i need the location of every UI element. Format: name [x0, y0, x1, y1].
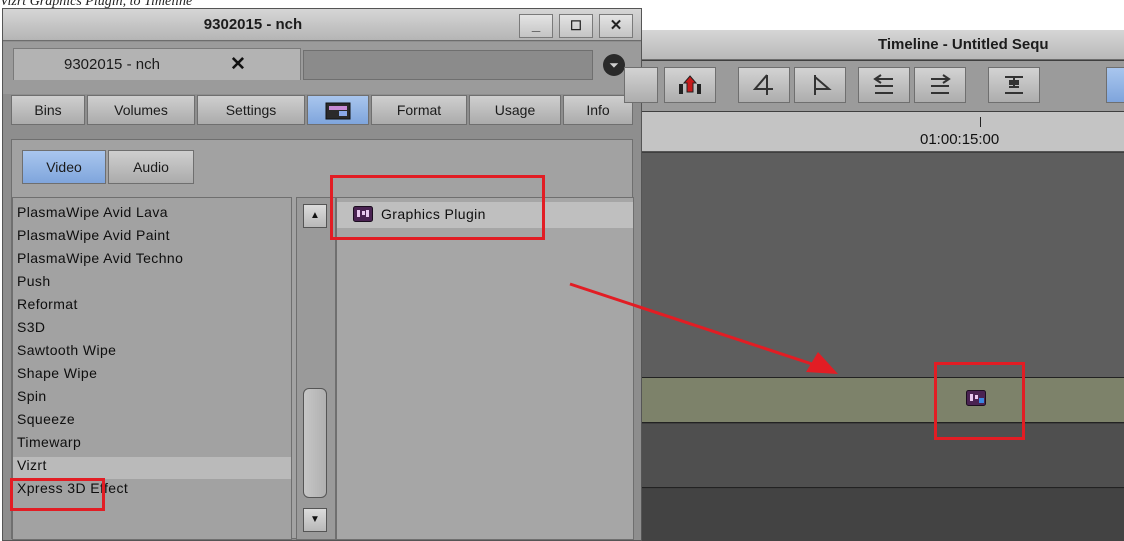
extract-button[interactable]	[858, 67, 910, 103]
list-item[interactable]: PlasmaWipe Avid Techno	[17, 250, 183, 272]
nav-bins-button[interactable]: Bins	[11, 95, 85, 125]
empty-tab-area	[303, 50, 593, 80]
lift-icon	[679, 75, 701, 94]
nav-info-button[interactable]: Info	[563, 95, 633, 125]
mark-out-button[interactable]	[794, 67, 846, 103]
list-item[interactable]: Shape Wipe	[17, 365, 97, 387]
list-item[interactable]: Reformat	[17, 296, 78, 318]
list-item[interactable]: Spin	[17, 388, 47, 410]
list-item[interactable]: PlasmaWipe Avid Lava	[17, 204, 168, 226]
maximize-button[interactable]: ☐	[559, 14, 593, 38]
list-item[interactable]: Timewarp	[17, 434, 81, 456]
highlight-box-plugin	[330, 175, 545, 240]
list-item[interactable]: Squeeze	[17, 411, 75, 433]
nav-usage-button[interactable]: Usage	[469, 95, 561, 125]
scroll-down-arrow-icon[interactable]: ▼	[303, 508, 327, 532]
menu-circle-icon[interactable]: ⏷	[603, 54, 625, 76]
list-item[interactable]: Push	[17, 273, 51, 295]
splice-icon	[1005, 76, 1023, 94]
mark-in-icon	[752, 74, 773, 95]
track-lane[interactable]	[642, 489, 1124, 541]
timeline-toolbar	[624, 61, 1124, 111]
video-track[interactable]	[642, 377, 1124, 423]
tab-close-icon[interactable]: ✕	[230, 53, 246, 76]
video-tab[interactable]: Video	[22, 150, 106, 184]
list-item-selected[interactable]: Vizrt	[13, 457, 291, 479]
video-audio-toggle: Video Audio	[22, 150, 200, 186]
timeline-title: Timeline - Untitled Sequ	[878, 36, 1049, 53]
timeline-window: Timeline - Untitled Sequ 01:00:15:00	[624, 30, 1124, 541]
scroll-up-arrow-icon[interactable]: ▲	[303, 204, 327, 228]
list-item[interactable]: PlasmaWipe Avid Paint	[17, 227, 170, 249]
toolbar-active-button[interactable]	[1106, 67, 1124, 103]
close-button[interactable]: ✕	[599, 14, 633, 38]
project-tab-label: 9302015 - nch	[64, 56, 160, 73]
project-tab[interactable]: 9302015 - nch ✕	[13, 48, 301, 80]
mark-out-icon	[814, 75, 832, 95]
audio-tab[interactable]: Audio	[108, 150, 194, 184]
mark-in-button[interactable]	[738, 67, 790, 103]
lift-button[interactable]	[664, 67, 716, 103]
effect-palette-icon	[325, 102, 351, 120]
project-window-title: 9302015 - nch	[203, 16, 303, 33]
scroll-thumb[interactable]	[303, 388, 327, 498]
effect-list-scrollbar[interactable]: ▲ ▼	[296, 197, 336, 540]
project-nav-bar: Bins Volumes Settings Format Usage Info	[11, 95, 633, 125]
effect-items-pane: Graphics Plugin	[336, 197, 634, 540]
list-item[interactable]: S3D	[17, 319, 45, 341]
timecode-label: 01:00:15:00	[920, 131, 1000, 148]
toolbar-partial-button[interactable]	[624, 67, 658, 103]
timeline-ruler[interactable]: 01:00:15:00	[642, 112, 1124, 152]
highlight-box-vizrt	[10, 478, 105, 511]
ruler-tick	[980, 117, 981, 127]
project-title-bar[interactable]: 9302015 - nch _ ☐ ✕	[3, 9, 641, 41]
project-window: 9302015 - nch _ ☐ ✕ 9302015 - nch ✕ ⏷ Bi…	[2, 8, 642, 541]
list-item[interactable]: Sawtooth Wipe	[17, 342, 116, 364]
extract-icon	[873, 74, 893, 94]
nav-volumes-button[interactable]: Volumes	[87, 95, 195, 125]
minimize-button[interactable]: _	[519, 14, 553, 38]
timeline-title-bar[interactable]: Timeline - Untitled Sequ	[642, 30, 1124, 60]
overwrite-icon	[931, 74, 951, 94]
overwrite-button[interactable]	[914, 67, 966, 103]
project-tab-row: 9302015 - nch ✕ ⏷	[3, 42, 641, 94]
nav-settings-button[interactable]: Settings	[197, 95, 305, 125]
highlight-box-clip	[934, 362, 1025, 440]
track-lane[interactable]	[642, 424, 1124, 488]
nav-effects-button[interactable]	[307, 95, 369, 125]
nav-format-button[interactable]: Format	[371, 95, 467, 125]
caption: Vizrt Graphics Plugin, to Timeline	[0, 0, 193, 8]
splice-button[interactable]	[988, 67, 1040, 103]
timeline-empty-area[interactable]	[642, 153, 1124, 377]
